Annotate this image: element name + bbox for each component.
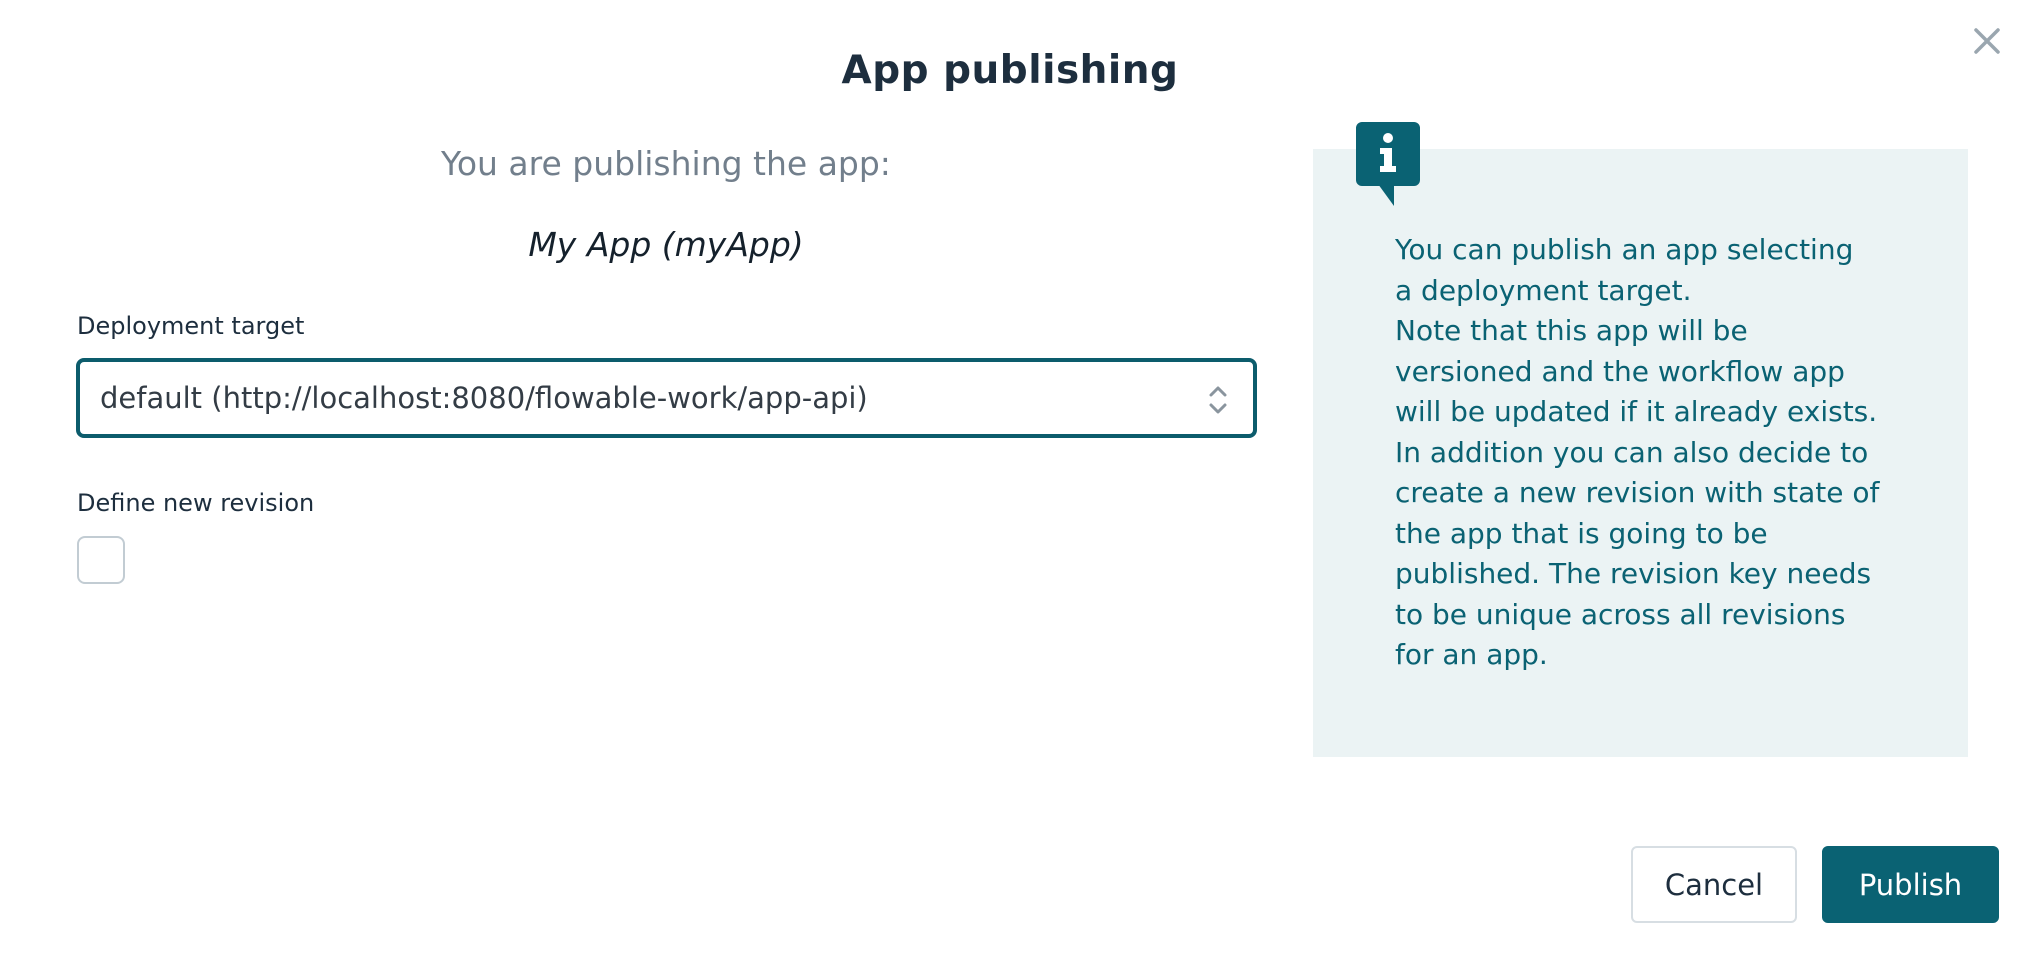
- dialog-title: App publishing: [841, 48, 1179, 93]
- define-revision-checkbox[interactable]: [77, 536, 125, 584]
- app-name: My App (myApp): [528, 225, 804, 264]
- cancel-button[interactable]: Cancel: [1631, 846, 1797, 923]
- info-text: You can publish an app selecting a deplo…: [1395, 233, 1880, 671]
- app-publishing-dialog: App publishing You are publishing the ap…: [0, 0, 2020, 960]
- deployment-target-label: Deployment target: [77, 312, 305, 340]
- publish-button[interactable]: Publish: [1822, 846, 1999, 923]
- define-revision-label: Define new revision: [77, 489, 315, 517]
- publishing-intro-text: You are publishing the app:: [441, 144, 891, 183]
- deployment-target-select[interactable]: default (http://localhost:8080/flowable-…: [76, 358, 1257, 438]
- select-arrows-icon: [1209, 386, 1227, 414]
- deployment-target-value: default (http://localhost:8080/flowable-…: [100, 381, 868, 415]
- info-icon: [1356, 122, 1420, 206]
